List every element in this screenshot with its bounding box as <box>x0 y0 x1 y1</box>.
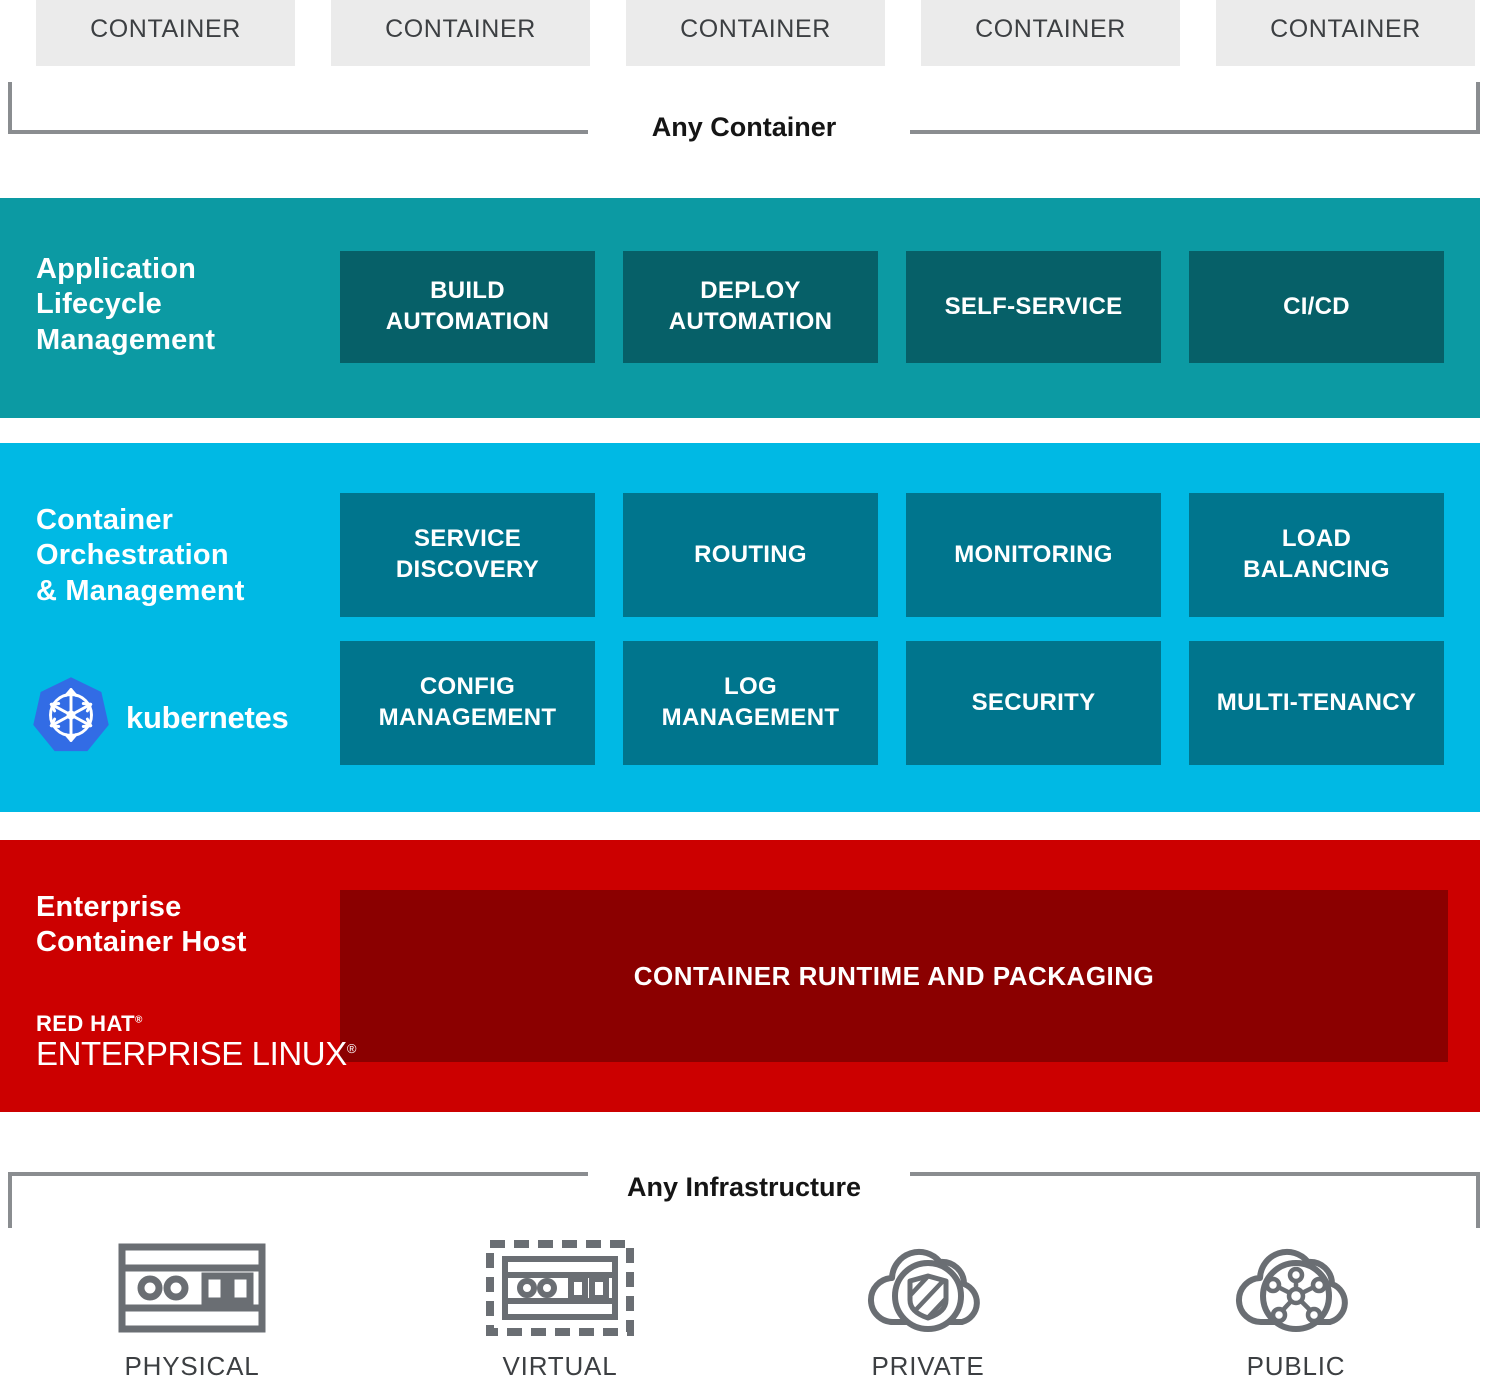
band-title-host: Enterprise Container Host <box>36 890 247 961</box>
container-runtime-box: CONTAINER RUNTIME AND PACKAGING <box>340 890 1448 1062</box>
capability-line: MANAGEMENT <box>378 704 557 731</box>
capability-line: SERVICE <box>413 525 522 553</box>
capability-line: AUTOMATION <box>668 308 833 335</box>
band-title-line: Orchestration <box>36 539 229 572</box>
red-hat-enterprise-linux-logo: RED HAT® ENTERPRISE LINUX® <box>36 1013 356 1072</box>
rhel-enterprise-linux-text: ENTERPRISE LINUX <box>36 1035 347 1072</box>
capability-line: BALANCING <box>1243 556 1390 583</box>
infrastructure-item-public: PUBLIC <box>1161 1240 1431 1382</box>
capability-line: MULTI-TENANCY <box>1216 688 1417 716</box>
infrastructure-item-private: PRIVATE <box>793 1240 1063 1382</box>
rhel-registered-mark: ® <box>134 1014 143 1026</box>
public-cloud-icon <box>1226 1240 1366 1335</box>
container-box-label: CONTAINER <box>975 14 1126 43</box>
any-infrastructure-label: Any Infrastructure <box>626 1172 862 1202</box>
private-cloud-icon <box>858 1240 998 1335</box>
capability-row: SERVICE DISCOVERY ROUTING MONITORING LOA… <box>340 493 1444 617</box>
container-box-label: CONTAINER <box>1270 14 1421 43</box>
infrastructure-item-physical: PHYSICAL <box>57 1240 327 1382</box>
band-title-line: Management <box>36 323 216 356</box>
container-box: CONTAINER <box>921 0 1180 66</box>
band-title-line: & Management <box>36 574 245 607</box>
capability-cell: SECURITY <box>906 641 1161 765</box>
capability-cell: MULTI-TENANCY <box>1189 641 1444 765</box>
infrastructure-items: PHYSICAL VIRTUAL PRIVATE PUBLIC <box>8 1239 1480 1382</box>
capability-cell: ROUTING <box>623 493 878 617</box>
architecture-diagram: CONTAINER CONTAINER CONTAINER CONTAINER … <box>0 0 1488 1385</box>
band-title-alm: Application Lifecycle Management <box>36 252 215 358</box>
any-container-label: Any Container <box>651 112 837 142</box>
infrastructure-label: PRIVATE <box>871 1351 985 1381</box>
capability-cell: LOG MANAGEMENT <box>623 641 878 765</box>
container-box-label: CONTAINER <box>385 14 536 43</box>
rhel-registered-mark: ® <box>346 1041 357 1056</box>
container-runtime-label: CONTAINER RUNTIME AND PACKAGING <box>633 960 1155 991</box>
server-icon <box>117 1240 267 1335</box>
any-container-section: CONTAINER CONTAINER CONTAINER CONTAINER … <box>0 0 1488 185</box>
kubernetes-helm-icon <box>30 674 112 761</box>
rhel-logo-line-1: RED HAT® <box>36 1013 356 1035</box>
capability-cell: DEPLOY AUTOMATION <box>623 251 878 363</box>
orchestration-capability-grid: SERVICE DISCOVERY ROUTING MONITORING LOA… <box>340 493 1444 765</box>
capability-cell: SELF-SERVICE <box>906 251 1161 363</box>
rhel-logo-line-2: ENTERPRISE LINUX® <box>36 1035 357 1072</box>
capability-cell: CI/CD <box>1189 251 1444 363</box>
capability-cell: BUILD AUTOMATION <box>340 251 595 363</box>
capability-line: CONFIG <box>419 673 516 701</box>
container-box: CONTAINER <box>36 0 295 66</box>
band-title-line: Container <box>36 504 174 536</box>
capability-line: BUILD <box>430 277 505 305</box>
virtual-server-icon <box>485 1239 635 1336</box>
capability-line: MANAGEMENT <box>661 704 840 731</box>
rhel-redhat-text: RED HAT <box>36 1011 135 1036</box>
capability-line: ROUTING <box>694 540 807 568</box>
capability-line: LOAD <box>1281 525 1352 553</box>
capability-cell: LOAD BALANCING <box>1189 493 1444 617</box>
container-box: CONTAINER <box>626 0 885 66</box>
capability-cell: MONITORING <box>906 493 1161 617</box>
kubernetes-wordmark: kubernetes <box>126 699 289 735</box>
band-title-line: Container Host <box>36 926 247 959</box>
band-title-line: Lifecycle <box>36 288 162 321</box>
capability-line: DISCOVERY <box>395 556 540 583</box>
infrastructure-label: VIRTUAL <box>502 1351 618 1381</box>
capability-line: SECURITY <box>971 688 1096 716</box>
container-box: CONTAINER <box>331 0 590 66</box>
capability-row: CONFIG MANAGEMENT LOG MANAGEMENT SECURIT… <box>340 641 1444 765</box>
kubernetes-logo: kubernetes <box>30 674 289 761</box>
alm-capability-grid: BUILD AUTOMATION DEPLOY AUTOMATION SELF-… <box>340 251 1444 363</box>
capability-line: CI/CD <box>1283 292 1350 320</box>
infrastructure-label: PUBLIC <box>1246 1351 1346 1381</box>
capability-cell: CONFIG MANAGEMENT <box>340 641 595 765</box>
container-box-row: CONTAINER CONTAINER CONTAINER CONTAINER … <box>0 0 1488 66</box>
band-title-line: Application <box>36 253 197 285</box>
capability-line: MONITORING <box>954 540 1113 568</box>
capability-line: LOG <box>724 673 777 701</box>
capability-line: SELF-SERVICE <box>944 292 1123 320</box>
container-box-label: CONTAINER <box>90 14 241 43</box>
capability-cell: SERVICE DISCOVERY <box>340 493 595 617</box>
band-application-lifecycle-management: Application Lifecycle Management BUILD A… <box>0 198 1480 418</box>
band-title-line: Enterprise <box>36 891 182 923</box>
container-box-label: CONTAINER <box>680 14 831 43</box>
capability-line: AUTOMATION <box>385 308 550 335</box>
band-title-orchestration: Container Orchestration & Management <box>36 503 245 609</box>
container-box: CONTAINER <box>1216 0 1475 66</box>
infrastructure-item-virtual: VIRTUAL <box>425 1239 695 1382</box>
capability-line: DEPLOY <box>700 277 801 305</box>
infrastructure-label: PHYSICAL <box>124 1351 260 1381</box>
